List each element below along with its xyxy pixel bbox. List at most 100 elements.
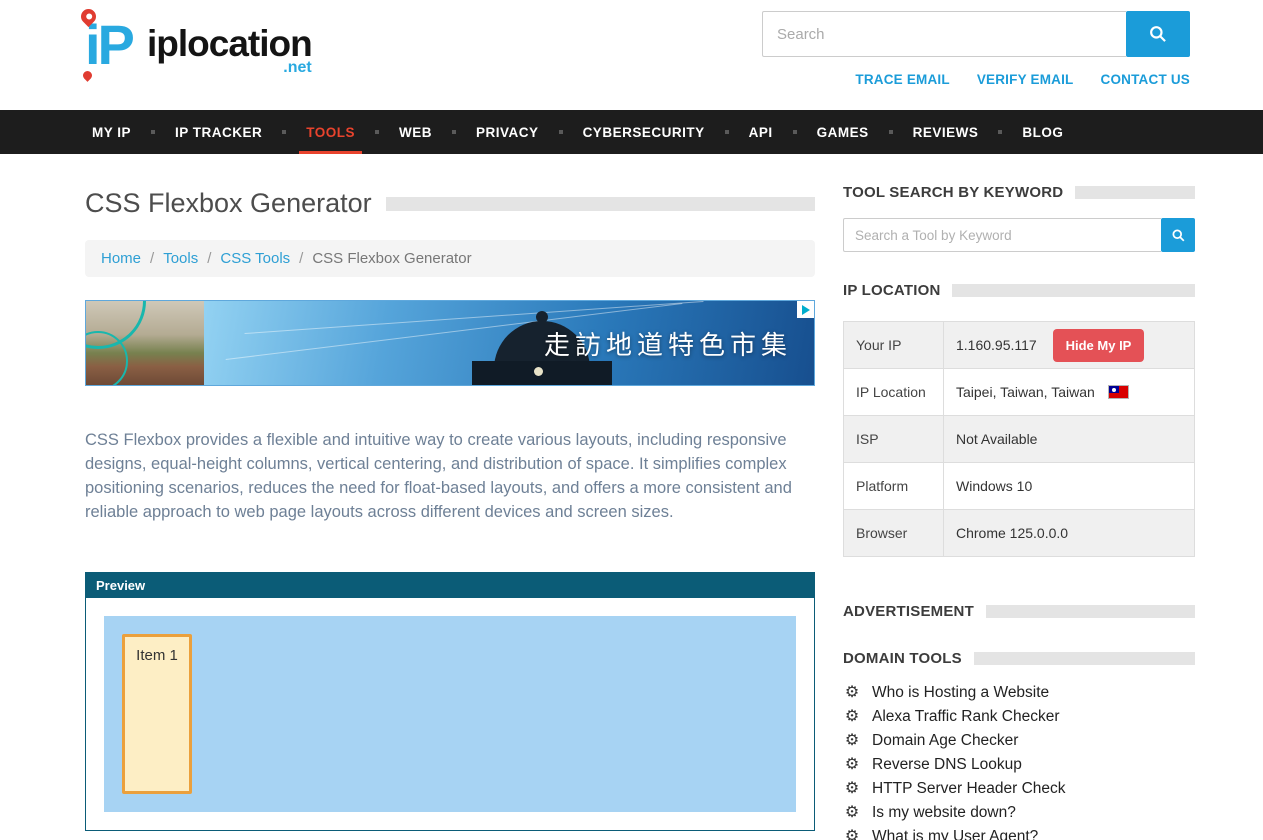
hide-my-ip-button[interactable]: Hide My IP xyxy=(1053,329,1145,362)
page-title-row: CSS Flexbox Generator xyxy=(85,188,815,219)
tool-search-heading-row: TOOL SEARCH BY KEYWORD xyxy=(843,184,1195,201)
domain-tools-list: ⚙ Who is Hosting a Website ⚙ Alexa Traff… xyxy=(843,681,1195,840)
row-value: Taipei, Taiwan, Taiwan xyxy=(944,369,1195,416)
ip-location-heading: IP LOCATION xyxy=(843,282,940,299)
ip-location-value: Taipei, Taiwan, Taiwan xyxy=(956,384,1095,400)
gear-icon: ⚙ xyxy=(843,683,861,703)
domain-tool-alexa-rank[interactable]: ⚙ Alexa Traffic Rank Checker xyxy=(843,705,1195,729)
nav-item-privacy[interactable]: PRIVACY xyxy=(469,110,546,154)
content: CSS Flexbox Generator Home / Tools / CSS… xyxy=(0,154,1263,840)
search-icon xyxy=(1148,24,1168,44)
nav-item-blog[interactable]: BLOG xyxy=(1015,110,1070,154)
advertisement-heading-row: ADVERTISEMENT xyxy=(843,603,1195,620)
domain-tool-label: Who is Hosting a Website xyxy=(872,683,1049,703)
domain-tool-domain-age[interactable]: ⚙ Domain Age Checker xyxy=(843,729,1195,753)
tool-search-button[interactable] xyxy=(1161,218,1195,252)
header-search-input[interactable] xyxy=(762,11,1126,57)
logo-ip-icon: iP xyxy=(85,12,145,82)
adchoices-icon[interactable] xyxy=(797,301,814,318)
gear-icon: ⚙ xyxy=(843,707,861,727)
gear-icon: ⚙ xyxy=(843,803,861,823)
verify-email-link[interactable]: VERIFY EMAIL xyxy=(977,72,1074,87)
heading-decoration-bar xyxy=(986,605,1195,618)
ad-right-image: 走訪地道特色市集 xyxy=(204,301,814,385)
nav-item-games[interactable]: GAMES xyxy=(810,110,876,154)
breadcrumb-separator: / xyxy=(207,250,211,267)
tool-search-input[interactable] xyxy=(843,218,1161,252)
nav-separator xyxy=(889,130,893,134)
nav-item-reviews[interactable]: REVIEWS xyxy=(906,110,986,154)
platform-value: Windows 10 xyxy=(944,463,1195,510)
nav-item-web[interactable]: WEB xyxy=(392,110,439,154)
domain-tools-heading-row: DOMAIN TOOLS xyxy=(843,650,1195,667)
main-nav: MY IP IP TRACKER TOOLS WEB PRIVACY CYBER… xyxy=(0,110,1263,154)
nav-separator xyxy=(725,130,729,134)
main-column: CSS Flexbox Generator Home / Tools / CSS… xyxy=(85,154,815,840)
logo-text: iplocation .net xyxy=(147,24,312,77)
ad-banner[interactable]: 走訪地道特色市集 xyxy=(85,300,815,386)
ad-text: 走訪地道特色市集 xyxy=(544,325,792,362)
nav-item-my-ip[interactable]: MY IP xyxy=(85,110,138,154)
nav-separator xyxy=(375,130,379,134)
breadcrumb-separator: / xyxy=(299,250,303,267)
nav-separator xyxy=(282,130,286,134)
site-header: iP iplocation .net TRACE EMAIL xyxy=(0,0,1263,110)
domain-tool-label: Reverse DNS Lookup xyxy=(872,755,1022,775)
nav-item-api[interactable]: API xyxy=(742,110,780,154)
header-search xyxy=(762,11,1190,57)
breadcrumb-tools[interactable]: Tools xyxy=(163,250,198,267)
breadcrumb-home[interactable]: Home xyxy=(101,250,141,267)
preview-body: Item 1 xyxy=(86,598,814,830)
site-logo[interactable]: iP iplocation .net xyxy=(85,12,312,110)
logo-name: iplocation xyxy=(147,24,312,64)
preview-flex-item[interactable]: Item 1 xyxy=(122,634,192,794)
browser-value: Chrome 125.0.0.0 xyxy=(944,510,1195,557)
ip-address-value: 1.160.95.117 xyxy=(956,337,1037,353)
row-label: Your IP xyxy=(844,322,944,369)
tool-description: CSS Flexbox provides a flexible and intu… xyxy=(85,428,795,524)
domain-tool-label: HTTP Server Header Check xyxy=(872,779,1066,799)
domain-tool-user-agent[interactable]: ⚙ What is my User Agent? xyxy=(843,825,1195,840)
table-row-your-ip: Your IP 1.160.95.117 Hide My IP xyxy=(844,322,1195,369)
header-links: TRACE EMAIL VERIFY EMAIL CONTACT US xyxy=(762,72,1190,87)
nav-item-tools[interactable]: TOOLS xyxy=(299,110,362,154)
trace-email-link[interactable]: TRACE EMAIL xyxy=(855,72,949,87)
adchoices-triangle xyxy=(802,305,810,315)
domain-tool-reverse-dns[interactable]: ⚙ Reverse DNS Lookup xyxy=(843,753,1195,777)
page: iP iplocation .net TRACE EMAIL xyxy=(0,0,1263,840)
nav-separator xyxy=(452,130,456,134)
nav-item-cybersecurity[interactable]: CYBERSECURITY xyxy=(576,110,712,154)
domain-tool-label: Alexa Traffic Rank Checker xyxy=(872,707,1060,727)
contact-us-link[interactable]: CONTACT US xyxy=(1101,72,1191,87)
row-label: Platform xyxy=(844,463,944,510)
tool-search-heading: TOOL SEARCH BY KEYWORD xyxy=(843,184,1063,201)
ad-left-image xyxy=(86,301,204,385)
row-label: ISP xyxy=(844,416,944,463)
header-search-button[interactable] xyxy=(1126,11,1190,57)
table-row-platform: Platform Windows 10 xyxy=(844,463,1195,510)
page-title: CSS Flexbox Generator xyxy=(85,188,372,219)
nav-item-ip-tracker[interactable]: IP TRACKER xyxy=(168,110,269,154)
taiwan-flag-icon xyxy=(1108,385,1129,399)
ip-info-table: Your IP 1.160.95.117 Hide My IP IP Locat… xyxy=(843,321,1195,557)
row-value: 1.160.95.117 Hide My IP xyxy=(944,322,1195,369)
nav-separator xyxy=(151,130,155,134)
gear-icon: ⚙ xyxy=(843,827,861,840)
domain-tool-http-header[interactable]: ⚙ HTTP Server Header Check xyxy=(843,777,1195,801)
search-icon xyxy=(1171,228,1186,243)
table-row-browser: Browser Chrome 125.0.0.0 xyxy=(844,510,1195,557)
gear-icon: ⚙ xyxy=(843,755,861,775)
table-row-isp: ISP Not Available xyxy=(844,416,1195,463)
preview-flex-container: Item 1 xyxy=(104,616,796,812)
isp-value: Not Available xyxy=(944,416,1195,463)
heading-decoration-bar xyxy=(974,652,1195,665)
domain-tool-hosting[interactable]: ⚙ Who is Hosting a Website xyxy=(843,681,1195,705)
domain-tool-label: Domain Age Checker xyxy=(872,731,1018,751)
ip-location-heading-row: IP LOCATION xyxy=(843,282,1195,299)
breadcrumb-css-tools[interactable]: CSS Tools xyxy=(220,250,290,267)
domain-tools-heading: DOMAIN TOOLS xyxy=(843,650,962,667)
nav-separator xyxy=(998,130,1002,134)
domain-tool-website-down[interactable]: ⚙ Is my website down? xyxy=(843,801,1195,825)
breadcrumb: Home / Tools / CSS Tools / CSS Flexbox G… xyxy=(85,240,815,277)
table-row-ip-location: IP Location Taipei, Taiwan, Taiwan xyxy=(844,369,1195,416)
